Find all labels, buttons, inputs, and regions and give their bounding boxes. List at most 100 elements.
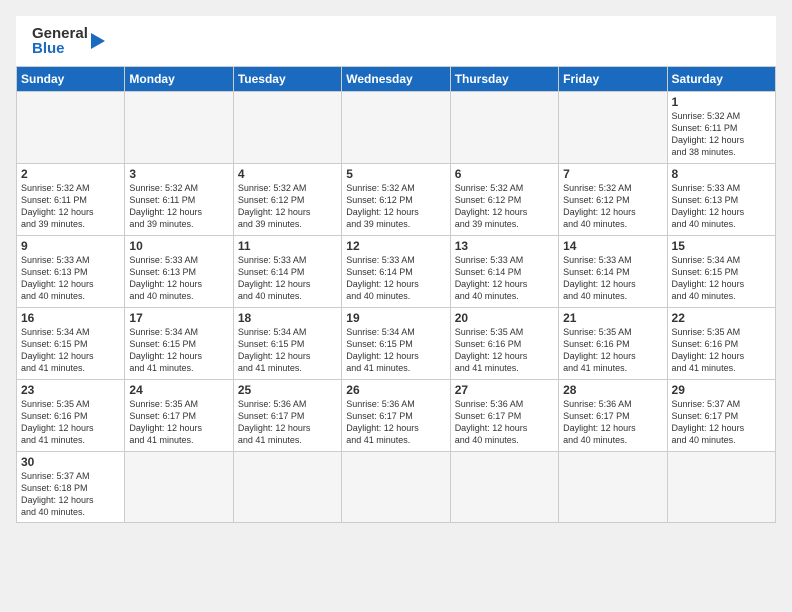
calendar-day-cell: 23Sunrise: 5:35 AM Sunset: 6:16 PM Dayli… [17,380,125,452]
day-number: 17 [129,311,228,325]
day-info: Sunrise: 5:35 AM Sunset: 6:16 PM Dayligh… [563,326,662,375]
calendar-day-cell [559,92,667,164]
calendar-day-cell [233,452,341,523]
calendar-day-cell: 28Sunrise: 5:36 AM Sunset: 6:17 PM Dayli… [559,380,667,452]
day-number: 2 [21,167,120,181]
calendar-day-header: Thursday [450,67,558,92]
day-number: 8 [672,167,771,181]
day-info: Sunrise: 5:33 AM Sunset: 6:13 PM Dayligh… [21,254,120,303]
calendar-day-cell: 6Sunrise: 5:32 AM Sunset: 6:12 PM Daylig… [450,164,558,236]
calendar-day-cell: 20Sunrise: 5:35 AM Sunset: 6:16 PM Dayli… [450,308,558,380]
day-number: 15 [672,239,771,253]
day-number: 22 [672,311,771,325]
day-number: 10 [129,239,228,253]
calendar-day-header: Friday [559,67,667,92]
calendar-day-cell [342,92,450,164]
day-number: 9 [21,239,120,253]
calendar-day-cell [125,452,233,523]
calendar-day-cell: 24Sunrise: 5:35 AM Sunset: 6:17 PM Dayli… [125,380,233,452]
calendar-day-cell: 18Sunrise: 5:34 AM Sunset: 6:15 PM Dayli… [233,308,341,380]
day-number: 19 [346,311,445,325]
header: GeneralBlue [16,16,776,62]
calendar-day-cell: 26Sunrise: 5:36 AM Sunset: 6:17 PM Dayli… [342,380,450,452]
day-number: 28 [563,383,662,397]
calendar-day-cell: 3Sunrise: 5:32 AM Sunset: 6:11 PM Daylig… [125,164,233,236]
day-number: 27 [455,383,554,397]
day-info: Sunrise: 5:33 AM Sunset: 6:14 PM Dayligh… [563,254,662,303]
day-info: Sunrise: 5:32 AM Sunset: 6:12 PM Dayligh… [238,182,337,231]
calendar-day-header: Sunday [17,67,125,92]
calendar-week-row: 1Sunrise: 5:32 AM Sunset: 6:11 PM Daylig… [17,92,776,164]
day-info: Sunrise: 5:35 AM Sunset: 6:16 PM Dayligh… [455,326,554,375]
day-info: Sunrise: 5:34 AM Sunset: 6:15 PM Dayligh… [346,326,445,375]
day-number: 20 [455,311,554,325]
calendar-day-cell [667,452,775,523]
day-info: Sunrise: 5:33 AM Sunset: 6:13 PM Dayligh… [672,182,771,231]
calendar-day-cell: 29Sunrise: 5:37 AM Sunset: 6:17 PM Dayli… [667,380,775,452]
day-number: 18 [238,311,337,325]
calendar-header-row: SundayMondayTuesdayWednesdayThursdayFrid… [17,67,776,92]
day-number: 30 [21,455,120,469]
day-number: 1 [672,95,771,109]
day-number: 14 [563,239,662,253]
calendar-day-cell: 30Sunrise: 5:37 AM Sunset: 6:18 PM Dayli… [17,452,125,523]
day-number: 29 [672,383,771,397]
day-info: Sunrise: 5:32 AM Sunset: 6:11 PM Dayligh… [129,182,228,231]
calendar-day-cell: 15Sunrise: 5:34 AM Sunset: 6:15 PM Dayli… [667,236,775,308]
day-number: 11 [238,239,337,253]
day-info: Sunrise: 5:33 AM Sunset: 6:14 PM Dayligh… [238,254,337,303]
day-info: Sunrise: 5:34 AM Sunset: 6:15 PM Dayligh… [129,326,228,375]
calendar-day-cell: 17Sunrise: 5:34 AM Sunset: 6:15 PM Dayli… [125,308,233,380]
logo-blue-text: Blue [32,41,88,56]
calendar-day-cell: 5Sunrise: 5:32 AM Sunset: 6:12 PM Daylig… [342,164,450,236]
logo: GeneralBlue [32,26,105,56]
day-info: Sunrise: 5:34 AM Sunset: 6:15 PM Dayligh… [672,254,771,303]
day-info: Sunrise: 5:33 AM Sunset: 6:14 PM Dayligh… [455,254,554,303]
day-info: Sunrise: 5:37 AM Sunset: 6:18 PM Dayligh… [21,470,120,519]
calendar-day-cell: 19Sunrise: 5:34 AM Sunset: 6:15 PM Dayli… [342,308,450,380]
day-info: Sunrise: 5:32 AM Sunset: 6:11 PM Dayligh… [21,182,120,231]
calendar-day-cell: 22Sunrise: 5:35 AM Sunset: 6:16 PM Dayli… [667,308,775,380]
calendar-day-header: Tuesday [233,67,341,92]
calendar-day-cell: 2Sunrise: 5:32 AM Sunset: 6:11 PM Daylig… [17,164,125,236]
day-info: Sunrise: 5:36 AM Sunset: 6:17 PM Dayligh… [238,398,337,447]
calendar-day-cell [450,92,558,164]
day-info: Sunrise: 5:33 AM Sunset: 6:13 PM Dayligh… [129,254,228,303]
logo-wrapper: GeneralBlue [32,26,88,56]
calendar-day-cell: 9Sunrise: 5:33 AM Sunset: 6:13 PM Daylig… [17,236,125,308]
calendar-day-cell: 11Sunrise: 5:33 AM Sunset: 6:14 PM Dayli… [233,236,341,308]
day-number: 5 [346,167,445,181]
calendar-day-cell: 10Sunrise: 5:33 AM Sunset: 6:13 PM Dayli… [125,236,233,308]
calendar-day-header: Saturday [667,67,775,92]
calendar-day-cell: 4Sunrise: 5:32 AM Sunset: 6:12 PM Daylig… [233,164,341,236]
calendar-day-cell [125,92,233,164]
day-info: Sunrise: 5:32 AM Sunset: 6:12 PM Dayligh… [455,182,554,231]
calendar-day-cell: 27Sunrise: 5:36 AM Sunset: 6:17 PM Dayli… [450,380,558,452]
calendar-week-row: 9Sunrise: 5:33 AM Sunset: 6:13 PM Daylig… [17,236,776,308]
day-number: 24 [129,383,228,397]
day-info: Sunrise: 5:36 AM Sunset: 6:17 PM Dayligh… [346,398,445,447]
day-number: 13 [455,239,554,253]
day-number: 12 [346,239,445,253]
calendar-day-cell: 12Sunrise: 5:33 AM Sunset: 6:14 PM Dayli… [342,236,450,308]
day-info: Sunrise: 5:36 AM Sunset: 6:17 PM Dayligh… [455,398,554,447]
calendar-day-cell [559,452,667,523]
calendar-day-cell: 14Sunrise: 5:33 AM Sunset: 6:14 PM Dayli… [559,236,667,308]
calendar-day-cell [342,452,450,523]
calendar-day-cell: 13Sunrise: 5:33 AM Sunset: 6:14 PM Dayli… [450,236,558,308]
logo-general-text: General [32,26,88,41]
day-info: Sunrise: 5:37 AM Sunset: 6:17 PM Dayligh… [672,398,771,447]
day-number: 23 [21,383,120,397]
calendar-day-cell [450,452,558,523]
day-info: Sunrise: 5:34 AM Sunset: 6:15 PM Dayligh… [21,326,120,375]
day-info: Sunrise: 5:35 AM Sunset: 6:16 PM Dayligh… [672,326,771,375]
day-number: 21 [563,311,662,325]
day-info: Sunrise: 5:36 AM Sunset: 6:17 PM Dayligh… [563,398,662,447]
calendar-day-cell [233,92,341,164]
day-number: 3 [129,167,228,181]
calendar-day-header: Monday [125,67,233,92]
day-info: Sunrise: 5:32 AM Sunset: 6:12 PM Dayligh… [346,182,445,231]
calendar-week-row: 23Sunrise: 5:35 AM Sunset: 6:16 PM Dayli… [17,380,776,452]
calendar-day-header: Wednesday [342,67,450,92]
day-number: 25 [238,383,337,397]
